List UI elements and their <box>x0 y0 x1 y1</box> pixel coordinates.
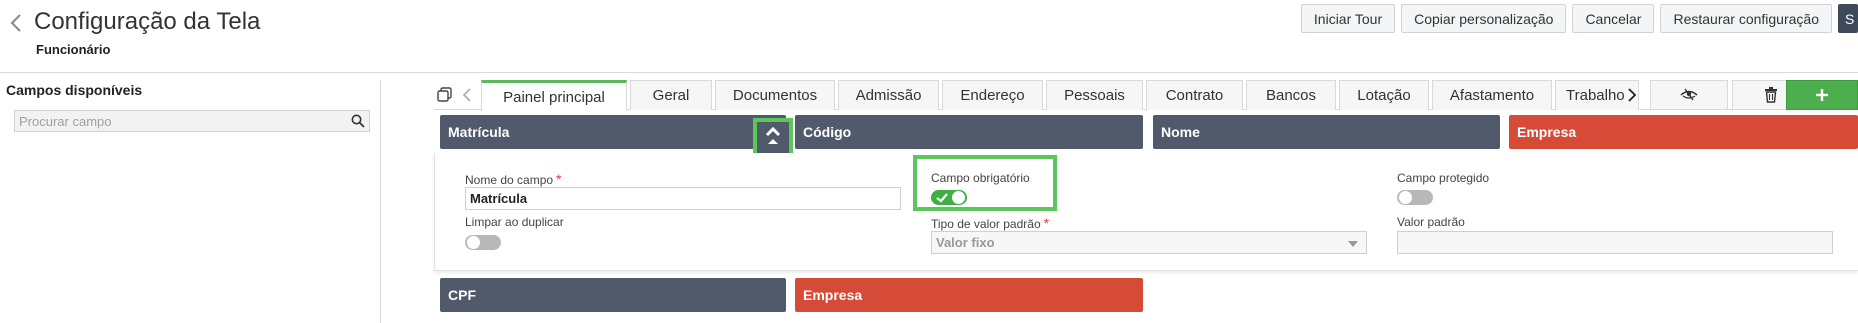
hide-tab-button[interactable] <box>1650 80 1728 110</box>
field-empresa-2[interactable]: Empresa <box>795 278 1143 312</box>
header-divider <box>0 72 1858 73</box>
clear-on-duplicate-toggle[interactable] <box>465 235 501 250</box>
available-fields-title: Campos disponíveis <box>6 82 143 98</box>
eye-slash-icon <box>1680 88 1698 101</box>
tab-admissao[interactable]: Admissão <box>838 80 939 110</box>
save-button[interactable]: S <box>1838 4 1858 33</box>
page-title: Configuração da Tela <box>34 8 261 35</box>
tab-contrato[interactable]: Contrato <box>1146 80 1243 110</box>
tab-bar: Painel principal Geral Documentos Admiss… <box>481 80 1642 111</box>
plus-icon <box>1816 89 1828 101</box>
tab-lotacao[interactable]: Lotação <box>1339 80 1429 110</box>
field-name-label: Nome do campo * <box>465 171 562 187</box>
clear-on-duplicate-label: Limpar ao duplicar <box>465 215 564 229</box>
search-icon[interactable] <box>351 114 365 128</box>
tab-geral[interactable]: Geral <box>630 80 712 110</box>
restore-configuration-button[interactable]: Restaurar configuração <box>1660 4 1832 33</box>
copy-customization-button[interactable]: Copiar personalização <box>1401 4 1567 33</box>
cancel-button[interactable]: Cancelar <box>1572 4 1655 33</box>
chevron-up-icon <box>765 126 781 144</box>
required-asterisk: * <box>556 171 562 187</box>
protected-toggle[interactable] <box>1397 190 1433 205</box>
field-name-input[interactable]: Matrícula <box>465 187 901 210</box>
tab-documentos[interactable]: Documentos <box>715 80 835 110</box>
field-empresa[interactable]: Empresa <box>1509 115 1858 149</box>
default-type-label: Tipo de valor padrão * <box>931 215 1050 231</box>
field-editor-panel: Nome do campo * Matrícula Limpar ao dupli… <box>434 153 1858 271</box>
add-tab-button[interactable] <box>1786 80 1858 110</box>
trash-icon <box>1764 87 1777 103</box>
caret-down-icon <box>1348 241 1358 247</box>
required-asterisk: * <box>1043 215 1050 231</box>
page-subtitle: Funcionário <box>36 42 111 57</box>
tab-next-icon[interactable] <box>1624 85 1640 105</box>
tab-prev-icon[interactable] <box>460 86 474 104</box>
tab-painel-principal[interactable]: Painel principal <box>481 80 627 111</box>
default-type-value: Valor fixo <box>936 235 995 250</box>
required-highlight <box>913 155 1057 211</box>
default-value-input[interactable] <box>1397 231 1833 254</box>
tab-bancos[interactable]: Bancos <box>1246 80 1336 110</box>
default-value-label: Valor padrão <box>1397 215 1465 229</box>
search-input[interactable] <box>15 111 335 131</box>
back-chevron-icon[interactable] <box>6 10 26 36</box>
copy-icon[interactable] <box>436 86 454 104</box>
field-matricula[interactable]: Matrícula <box>440 115 786 149</box>
start-tour-button[interactable]: Iniciar Tour <box>1300 4 1396 33</box>
top-actions: Iniciar Tour Copiar personalização Cance… <box>1300 4 1858 33</box>
tab-endereco[interactable]: Endereço <box>942 80 1043 110</box>
protected-label: Campo protegido <box>1397 171 1490 185</box>
default-type-select[interactable]: Valor fixo <box>931 231 1367 254</box>
field-codigo[interactable]: Código <box>795 115 1143 149</box>
field-nome[interactable]: Nome <box>1153 115 1500 149</box>
tab-afastamento[interactable]: Afastamento <box>1432 80 1552 110</box>
tab-pessoais[interactable]: Pessoais <box>1046 80 1143 110</box>
left-panel-divider <box>380 80 381 323</box>
search-field <box>14 110 370 132</box>
field-cpf[interactable]: CPF <box>440 278 786 312</box>
